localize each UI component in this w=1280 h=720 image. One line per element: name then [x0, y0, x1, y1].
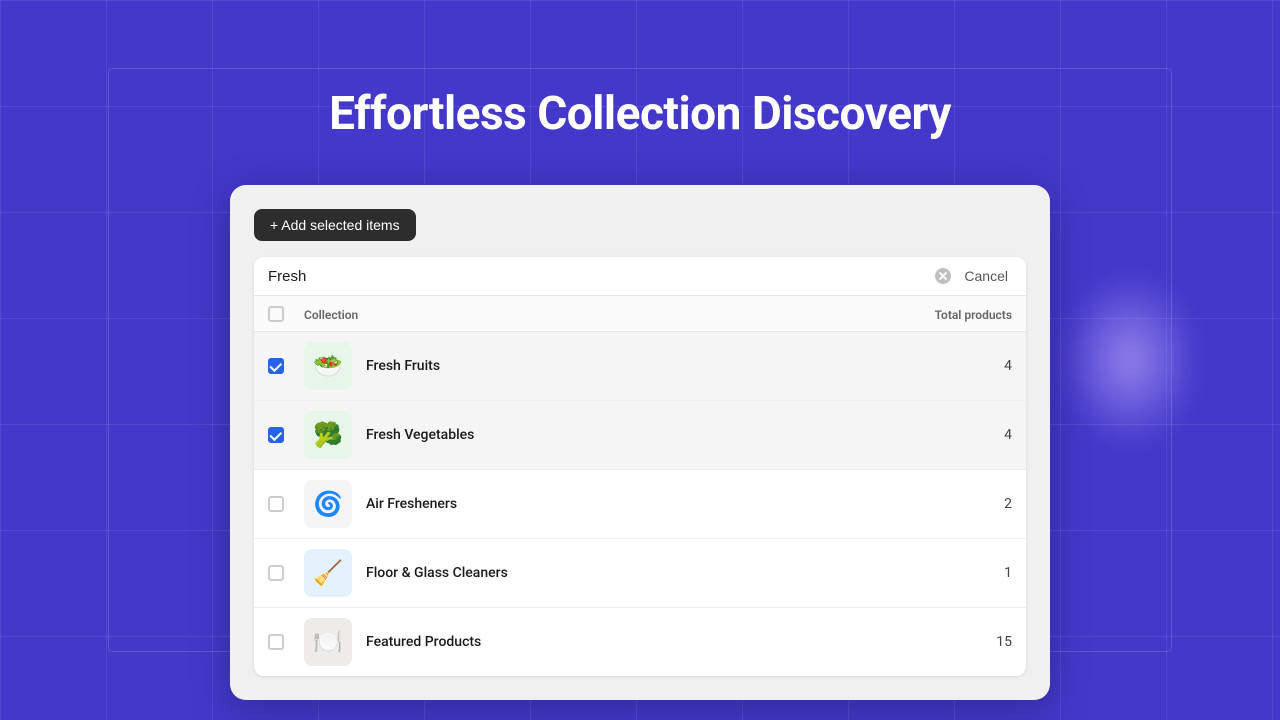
row-checkbox-floor-cleaners[interactable]: [268, 565, 284, 581]
select-all-checkbox[interactable]: [268, 306, 284, 322]
item-image-air-fresheners: 🌀: [304, 480, 352, 528]
item-count-fresh-fruits: 4: [982, 358, 1012, 374]
item-name-featured-products: Featured Products: [366, 634, 982, 650]
table-row: 🌀 Air Fresheners 2: [254, 470, 1026, 539]
item-count-fresh-vegetables: 4: [982, 427, 1012, 443]
row-checkbox-featured-products[interactable]: [268, 634, 284, 650]
item-image-fresh-vegetables: 🥦: [304, 411, 352, 459]
row-checkbox-fresh-vegetables[interactable]: [268, 427, 284, 443]
search-input[interactable]: [268, 268, 926, 285]
table-row: 🥦 Fresh Vegetables 4: [254, 401, 1026, 470]
item-image-floor-cleaners: 🧹: [304, 549, 352, 597]
search-container: Cancel Collection Total products �: [254, 257, 1026, 676]
row-checkbox-fresh-fruits[interactable]: [268, 358, 284, 374]
table-row: 🧹 Floor & Glass Cleaners 1: [254, 539, 1026, 608]
item-name-floor-cleaners: Floor & Glass Cleaners: [366, 565, 982, 581]
col-total-products-header: Total products: [935, 308, 1012, 322]
item-count-featured-products: 15: [982, 634, 1012, 650]
item-name-air-fresheners: Air Fresheners: [366, 496, 982, 512]
add-selected-button[interactable]: + Add selected items: [254, 209, 416, 241]
item-count-floor-cleaners: 1: [982, 565, 1012, 581]
item-count-air-fresheners: 2: [982, 496, 1012, 512]
page-container: Effortless Collection Discovery + Add se…: [0, 0, 1280, 720]
search-row: Cancel: [254, 257, 1026, 296]
table-row: 🥗 Fresh Fruits 4: [254, 332, 1026, 401]
table-row: 🍽️ Featured Products 15: [254, 608, 1026, 676]
page-title: Effortless Collection Discovery: [329, 87, 951, 141]
table-header: Collection Total products: [254, 296, 1026, 332]
item-name-fresh-vegetables: Fresh Vegetables: [366, 427, 982, 443]
cancel-button[interactable]: Cancel: [960, 268, 1012, 284]
clear-icon[interactable]: [934, 267, 952, 285]
item-image-fresh-fruits: 🥗: [304, 342, 352, 390]
item-image-featured-products: 🍽️: [304, 618, 352, 666]
collection-card: + Add selected items Cancel Collection: [230, 185, 1050, 700]
item-name-fresh-fruits: Fresh Fruits: [366, 358, 982, 374]
col-collection-header: Collection: [304, 308, 358, 322]
row-checkbox-air-fresheners[interactable]: [268, 496, 284, 512]
